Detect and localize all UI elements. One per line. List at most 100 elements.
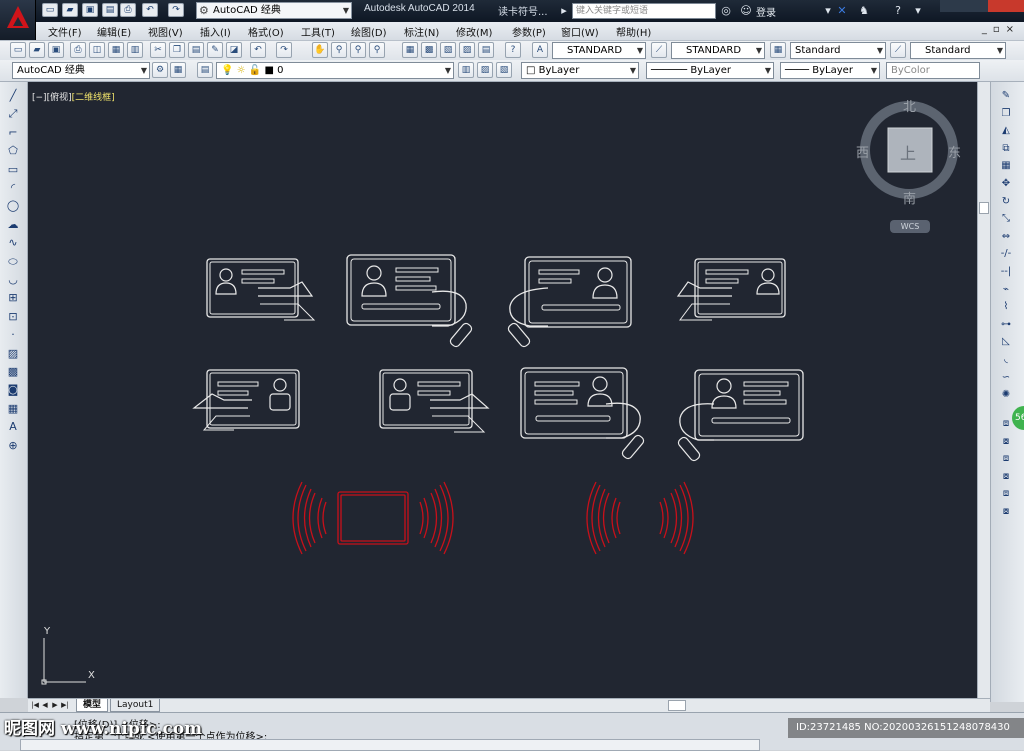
prev-tab-icon[interactable]: ◀ [40,700,50,711]
undo-icon[interactable]: ↶ [250,42,266,58]
move-icon[interactable]: ✥ [998,176,1014,191]
new-icon[interactable]: ▭ [10,42,26,58]
window-minimize-button[interactable] [940,0,964,12]
cut-icon[interactable]: ✂ [150,42,166,58]
draworder-under-icon[interactable]: ⧇ [998,469,1014,484]
window-close-button[interactable] [988,0,1024,12]
rectangle-icon[interactable]: ▭ [5,162,21,177]
document-window-controls[interactable]: _▫× [982,24,1020,35]
menu-window[interactable]: 窗口(W) [561,24,599,39]
compass-east[interactable]: 东 [948,142,961,161]
design-center-icon[interactable]: ▩ [421,42,437,58]
open-icon[interactable]: ▰ [62,3,78,17]
dim-style-icon[interactable]: ⟋ [651,42,667,58]
plot-icon[interactable]: ⎙ [120,3,136,17]
workspace-save-icon[interactable]: ▦ [170,62,186,78]
last-tab-icon[interactable]: ▶| [60,700,70,711]
break-icon[interactable]: ⌇ [998,299,1014,314]
polyline-icon[interactable]: ⌐ [5,125,21,140]
fillet-icon[interactable]: ◟ [998,352,1014,367]
menu-dimension[interactable]: 标注(N) [404,24,439,39]
3d-print-icon[interactable]: ▥ [127,42,143,58]
dropdown-arrow-icon[interactable]: ▸ [556,3,572,19]
table-style-select[interactable]: Standard ▼ [790,42,886,59]
people-icon[interactable]: ♞ [856,3,872,19]
scale-icon[interactable]: ⤡ [998,211,1014,226]
open-icon[interactable]: ▰ [29,42,45,58]
table-style-icon[interactable]: ▦ [770,42,786,58]
viewcube-top-face[interactable]: 上 [900,140,916,164]
circle-icon[interactable]: ◯ [5,198,21,213]
construction-line-icon[interactable]: ⤢ [5,106,21,121]
wcs-menu-button[interactable]: WCS [890,220,930,233]
trim-icon[interactable]: -/- [998,246,1014,261]
menu-format[interactable]: 格式(O) [248,24,284,39]
save-icon[interactable]: ▣ [82,3,98,17]
color-select[interactable]: □ ByLayer ▼ [521,62,639,79]
gradient-icon[interactable]: ▩ [5,364,21,379]
help-icon[interactable]: ? [890,3,906,19]
exchange-icon[interactable]: ✕ [834,3,850,19]
menu-insert[interactable]: 插入(I) [200,24,231,39]
first-tab-icon[interactable]: |◀ [30,700,40,711]
lineweight-select[interactable]: ──── ByLayer ▼ [780,62,880,79]
next-tab-icon[interactable]: ▶ [50,700,60,711]
offset-icon[interactable]: ⧉ [998,141,1014,156]
saveas-icon[interactable]: ▤ [102,3,118,17]
table-icon[interactable]: ▦ [5,401,21,416]
plot-preview-icon[interactable]: ◫ [89,42,105,58]
ellipse-arc-icon[interactable]: ◡ [5,272,21,287]
rotate-icon[interactable]: ↻ [998,194,1014,209]
compass-west[interactable]: 西 [856,142,869,161]
workspace-dropdown[interactable]: ⚙ AutoCAD 经典 ▼ [196,2,352,19]
stretch-icon[interactable]: ⇔ [998,229,1014,244]
horizontal-scrollbar-thumb[interactable] [668,700,686,711]
zoom-window-icon[interactable]: ⚲ [350,42,366,58]
zoom-realtime-icon[interactable]: ⚲ [331,42,347,58]
add-selected-icon[interactable]: ⊕ [5,438,21,453]
multileader-style-icon[interactable]: ⟋ [890,42,906,58]
pan-icon[interactable]: ✋ [312,42,328,58]
workspace-settings-icon[interactable]: ⚙ [152,62,168,78]
plot-icon[interactable]: ⎙ [70,42,86,58]
help-icon[interactable]: ? [505,42,521,58]
tool-palettes-icon[interactable]: ▧ [440,42,456,58]
compass-south[interactable]: 南 [903,188,916,207]
menu-edit[interactable]: 编辑(E) [97,24,131,39]
erase-icon[interactable]: ✎ [998,88,1014,103]
compass-north[interactable]: 北 [903,96,916,115]
arc-icon[interactable]: ◜ [5,180,21,195]
sheet-set-icon[interactable]: ▨ [459,42,475,58]
hatch-icon[interactable]: ▨ [5,346,21,361]
save-icon[interactable]: ▣ [48,42,64,58]
draworder-text-icon[interactable]: ⧈ [998,486,1014,501]
spline-icon[interactable]: ∿ [5,235,21,250]
array-icon[interactable]: ▦ [998,158,1014,173]
redo-icon[interactable]: ↷ [168,3,184,17]
ellipse-icon[interactable]: ⬭ [5,254,21,269]
search-input[interactable]: 键入关键字或短语 [572,3,716,19]
draworder-back-icon[interactable]: ⧇ [998,434,1014,449]
mirror-icon[interactable]: ◭ [998,123,1014,138]
menu-view[interactable]: 视图(V) [148,24,183,39]
workspace-select[interactable]: AutoCAD 经典 ▼ [12,62,150,79]
login-link[interactable]: 登录 [756,4,776,19]
layer-select[interactable]: 💡 ☼ 🔓 ■ 0 ▼ [216,62,454,79]
polygon-icon[interactable]: ⬠ [5,143,21,158]
region-icon[interactable]: ◙ [5,382,21,397]
menu-file[interactable]: 文件(F) [48,24,82,39]
plotstyle-select[interactable]: ByColor [886,62,980,79]
extend-icon[interactable]: --| [998,264,1014,279]
make-block-icon[interactable]: ⊡ [5,309,21,324]
layer-manager-icon[interactable]: ▤ [197,62,213,78]
undo-icon[interactable]: ↶ [142,3,158,17]
dim-style-select[interactable]: STANDARD ▼ [671,42,765,59]
explode-icon[interactable]: ✺ [998,387,1014,402]
mtext-icon[interactable]: A [5,419,21,434]
menu-draw[interactable]: 绘图(D) [351,24,387,39]
tab-model[interactable]: 模型 [76,699,109,712]
layer-previous-icon[interactable]: ▨ [477,62,493,78]
qnew-icon[interactable]: ▭ [42,3,58,17]
line-icon[interactable]: ╱ [5,88,21,103]
multileader-style-select[interactable]: Standard ▼ [910,42,1006,59]
